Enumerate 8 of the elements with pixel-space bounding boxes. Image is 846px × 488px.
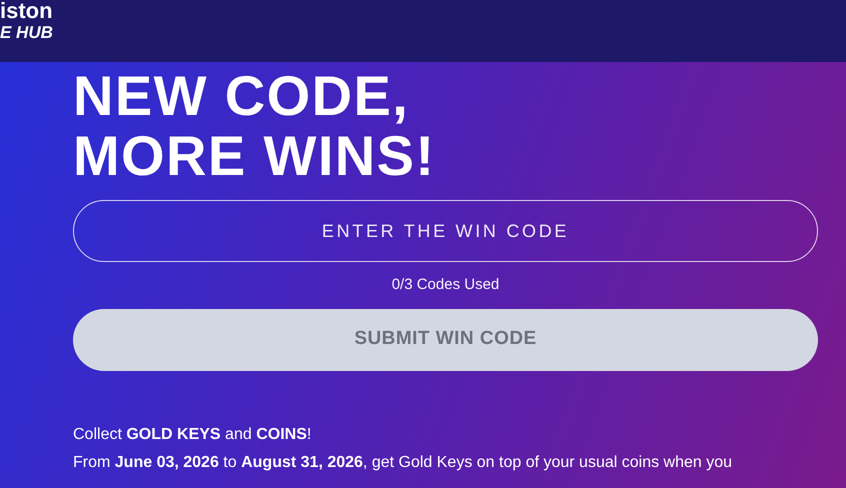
logo-text: iston <box>0 0 53 22</box>
code-input-field[interactable]: ENTER THE WIN CODE <box>73 200 818 262</box>
info-text: Collect GOLD KEYS and COINS! <box>73 424 312 444</box>
info-text: From June 03, 2026 to August 31, 2026, get Gold Keys on top of your usual coins when you <box>73 452 732 472</box>
codes-used-counter: 0/3 Codes Used <box>392 275 500 295</box>
headline: NEW CODE, <box>73 66 410 126</box>
headline: MORE WINS! <box>73 126 436 186</box>
logo-text: E HUB <box>0 24 53 41</box>
